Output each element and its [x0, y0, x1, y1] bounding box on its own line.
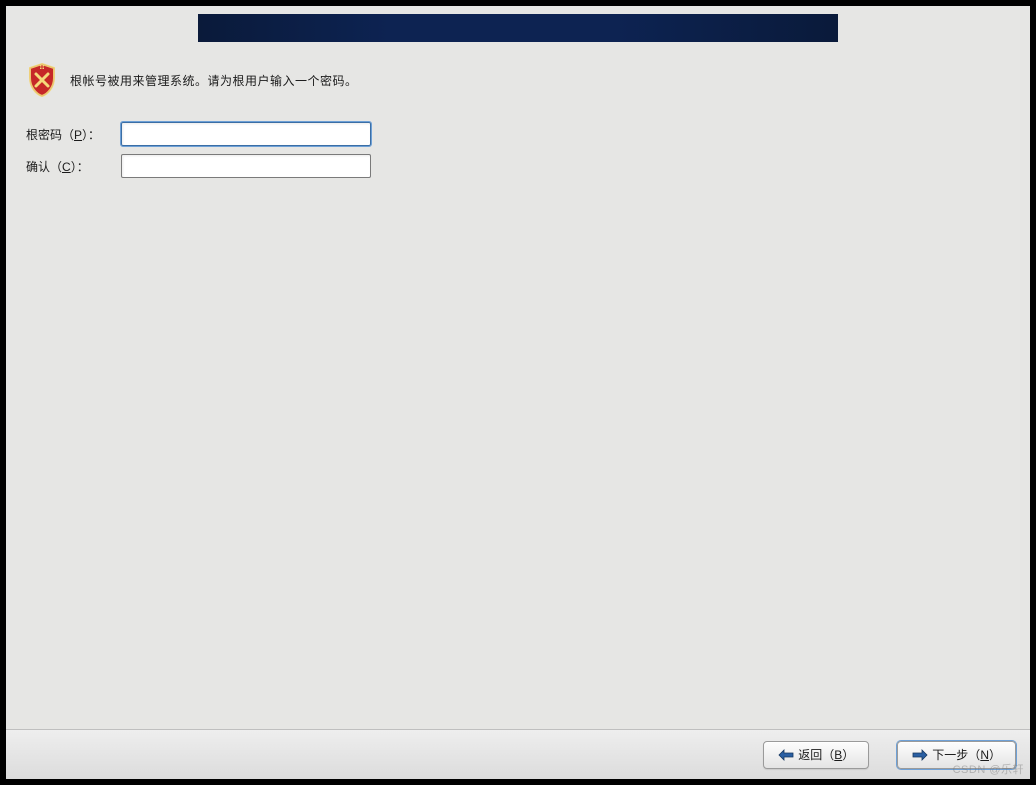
next-button[interactable]: 下一步（N）	[897, 741, 1016, 769]
confirm-password-input[interactable]	[121, 154, 371, 178]
intro-row: 根帐号被用来管理系统。请为根用户输入一个密码。	[26, 62, 1010, 98]
confirm-label: 确认（C）：	[26, 158, 121, 175]
footer-bar: 返回（B） 下一步（N）	[6, 729, 1030, 779]
back-button[interactable]: 返回（B）	[763, 741, 869, 769]
confirm-row: 确认（C）：	[26, 154, 1010, 178]
banner-strip	[198, 14, 838, 42]
arrow-right-icon	[912, 749, 928, 761]
content-area: 根帐号被用来管理系统。请为根用户输入一个密码。 根密码（P）： 确认（C）：	[6, 42, 1030, 729]
arrow-left-icon	[778, 749, 794, 761]
next-button-label: 下一步（N）	[932, 746, 1001, 763]
installer-window: 根帐号被用来管理系统。请为根用户输入一个密码。 根密码（P）： 确认（C）：	[6, 6, 1030, 779]
intro-text: 根帐号被用来管理系统。请为根用户输入一个密码。	[70, 72, 358, 89]
root-password-input[interactable]	[121, 122, 371, 146]
password-label: 根密码（P）：	[26, 126, 121, 143]
password-row: 根密码（P）：	[26, 122, 1010, 146]
shield-icon	[26, 62, 58, 98]
back-button-label: 返回（B）	[798, 746, 854, 763]
